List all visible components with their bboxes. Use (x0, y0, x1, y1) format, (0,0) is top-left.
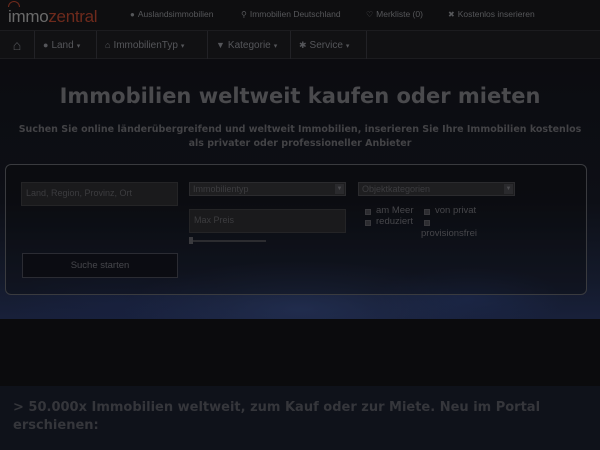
toplink-kostenlos-inserieren[interactable]: ✖ Kostenlos inserieren (448, 9, 535, 19)
chevron-down-icon: ▾ (76, 43, 81, 50)
toplink-label: Auslandsimmobilien (137, 9, 214, 19)
checkbox-am-meer[interactable] (365, 209, 371, 215)
price-slider-handle[interactable] (189, 237, 193, 244)
globe-icon: ● (130, 10, 135, 19)
gear-icon: ✱ (299, 40, 307, 50)
price-slider[interactable] (192, 240, 266, 242)
nav-item-label: Kategorie (227, 40, 271, 51)
toplink-label: Immobilien Deutschland (249, 9, 341, 19)
heart-icon: ♡ (366, 10, 374, 19)
filter-icon: ▼ (216, 40, 225, 50)
nav-item-land[interactable]: ● Land ▾ (35, 31, 97, 59)
nav-item-immobilientyp[interactable]: ⌂ ImmobilienTyp ▾ (97, 31, 208, 59)
top-bar: immozentral ● Auslandsimmobilien ⚲ Immobil… (0, 0, 600, 31)
nav-item-kategorie[interactable]: ▼ Kategorie ▾ (208, 31, 291, 59)
location-input[interactable]: Land, Region, Provinz, Ort (21, 182, 178, 206)
logo-part-immo: immo (8, 7, 49, 26)
chevron-down-icon: ▾ (273, 43, 278, 50)
chevron-down-icon: ▾ (345, 43, 350, 50)
checkbox-reduziert-label: reduziert (376, 216, 413, 227)
nav-item-service[interactable]: ✱ Service ▾ (291, 31, 367, 59)
toplink-merkliste[interactable]: ♡ Merkliste (0) (366, 9, 423, 19)
hero-subtitle: Suchen Sie online länderübergreifend und… (18, 124, 582, 149)
search-button[interactable]: Suche starten (22, 253, 178, 278)
site-logo[interactable]: immozentral (8, 7, 98, 27)
nav-item-label: Service (309, 40, 343, 51)
new-listings-heading: > 50.000x Immobilien weltweit, zum Kauf … (13, 400, 541, 433)
checkbox-provisionsfrei-label: provisionsfrei (421, 228, 477, 239)
chevron-down-icon: ▾ (180, 43, 185, 50)
property-type-select[interactable]: Immobilientyp ▼ (189, 182, 346, 196)
globe-icon: ● (43, 40, 49, 50)
checkbox-reduziert[interactable] (365, 220, 371, 226)
chevron-down-icon: ▼ (335, 184, 344, 194)
chevron-down-icon: ▼ (504, 184, 513, 194)
logo-part-zentral: zentral (48, 7, 98, 26)
object-category-select[interactable]: Objektkategorien ▼ (358, 182, 515, 196)
max-price-input[interactable]: Max Preis (189, 209, 346, 233)
property-type-value: Immobilientyp (193, 184, 249, 194)
checkbox-provisionsfrei[interactable] (424, 220, 430, 226)
toplink-immobilien-deutschland[interactable]: ⚲ Immobilien Deutschland (241, 9, 341, 19)
toplink-label: Kostenlos inserieren (457, 9, 535, 19)
toplink-auslandsimmobilien[interactable]: ● Auslandsimmobilien (130, 9, 213, 19)
toplink-label: Merkliste (0) (376, 9, 423, 19)
close-icon: ✖ (448, 10, 455, 19)
map-marker-icon: ⚲ (241, 10, 247, 19)
nav-item-label: Land (51, 40, 74, 51)
nav-home[interactable]: ⌂ (0, 31, 35, 59)
object-category-value: Objektkategorien (362, 184, 431, 194)
main-nav: ⌂ ● Land ▾ ⌂ ImmobilienTyp ▾ ▼ Kategorie ▾ ✱ Se… (0, 31, 600, 59)
checkbox-von-privat-label: von privat (435, 205, 477, 216)
nav-item-label: ImmobilienTyp (113, 40, 178, 51)
home-icon: ⌂ (12, 37, 22, 53)
checkbox-von-privat[interactable] (424, 209, 430, 215)
bank-icon: ⌂ (105, 40, 111, 50)
hero-title: Immobilien weltweit kaufen oder mieten (59, 84, 541, 108)
